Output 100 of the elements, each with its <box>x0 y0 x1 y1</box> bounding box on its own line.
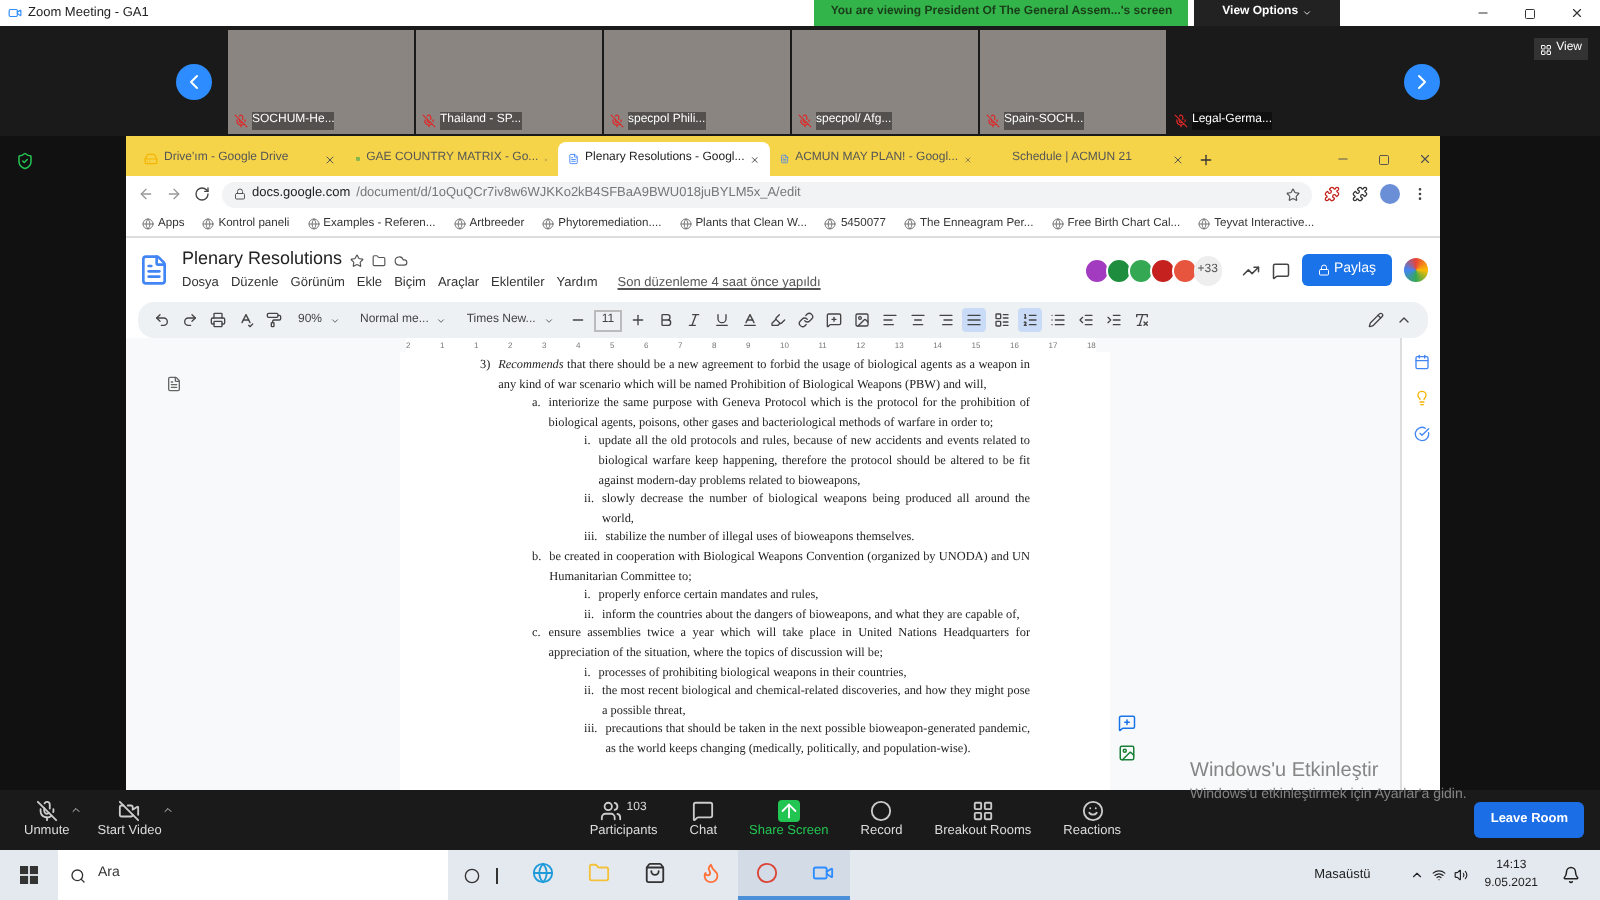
search-icon <box>70 867 86 883</box>
profile-avatar[interactable] <box>1380 184 1400 204</box>
activation-title: Windows'u Etkinleştir <box>1190 757 1381 785</box>
muted-mic-icon <box>35 799 58 822</box>
folder-icon <box>587 862 609 884</box>
align-right-icon <box>938 312 955 328</box>
image-button[interactable] <box>850 308 875 332</box>
share-screen-icon <box>777 799 800 822</box>
numbered-list-button[interactable] <box>1018 308 1043 332</box>
drive-icon <box>144 152 158 166</box>
collaborator-avatar[interactable] <box>1149 257 1176 283</box>
new-tab-icon <box>1198 152 1214 168</box>
previous-page-button[interactable] <box>176 63 212 99</box>
breakout-rooms-icon <box>971 799 994 822</box>
align-left-icon <box>882 312 899 328</box>
caret-icon <box>543 315 554 325</box>
store-icon <box>643 862 665 884</box>
numbered-list-icon <box>1022 312 1039 328</box>
lock-icon <box>1317 264 1330 276</box>
image-icon <box>854 312 871 328</box>
decrease-indent-icon <box>1078 312 1095 328</box>
bookmark-icon <box>1051 218 1064 230</box>
bookmark-icon <box>679 218 692 230</box>
undo-button[interactable] <box>150 308 174 332</box>
star-icon <box>350 253 365 268</box>
reload-icon <box>194 186 210 202</box>
close-tab-icon <box>324 153 336 165</box>
add-comment-icon <box>826 312 843 328</box>
comments-icon <box>1271 261 1290 279</box>
grid-icon <box>1540 43 1553 55</box>
print-icon <box>210 312 226 328</box>
justify-icon <box>966 312 983 328</box>
collaborator-avatar[interactable] <box>1083 257 1110 283</box>
video-off-icon <box>118 799 141 822</box>
redo-button[interactable] <box>178 308 202 332</box>
start-icon[interactable] <box>20 866 38 884</box>
line-spacing-button[interactable] <box>990 308 1015 332</box>
collaborator-avatar[interactable] <box>1171 257 1198 283</box>
bookmark-icon <box>453 218 466 230</box>
collapse-icon <box>1396 312 1412 328</box>
record-icon <box>870 799 893 822</box>
participants-icon <box>600 799 623 822</box>
bookmark-icon <box>1198 218 1211 230</box>
tray-caret-icon <box>1410 868 1425 882</box>
bookmark-icon <box>202 218 215 230</box>
bookmark-icon <box>307 218 320 230</box>
collaborator-avatar[interactable] <box>1105 257 1132 283</box>
volume-icon <box>1454 868 1469 882</box>
link-icon <box>798 312 815 328</box>
document-title[interactable]: Plenary Resolutions <box>182 246 343 274</box>
line-spacing-icon <box>994 312 1011 328</box>
back-icon <box>138 186 154 202</box>
bookmark-icon <box>904 218 917 230</box>
caret-icon <box>330 315 341 325</box>
maximize-icon <box>1378 154 1390 166</box>
muted-mic-icon <box>1174 113 1188 127</box>
close-icon <box>1418 152 1432 166</box>
redo-icon <box>182 312 198 328</box>
caret-icon <box>436 315 447 325</box>
paint-format-button[interactable] <box>262 308 286 332</box>
caret-icon[interactable] <box>69 803 82 816</box>
next-page-button[interactable] <box>1404 63 1440 99</box>
muted-mic-icon <box>234 113 248 127</box>
editing-mode-button[interactable] <box>1364 308 1388 332</box>
link-button[interactable] <box>794 308 819 332</box>
muted-mic-icon <box>798 113 812 127</box>
align-center-icon <box>910 312 927 328</box>
cloud-icon <box>394 253 409 268</box>
bulleted-list-icon <box>1050 312 1067 328</box>
italic-icon <box>686 312 703 328</box>
muted-mic-icon <box>986 113 1000 127</box>
document-icon <box>568 152 580 166</box>
docs-logo-icon <box>138 252 170 288</box>
spellcheck-icon <box>238 312 254 328</box>
text-color-icon <box>742 312 759 328</box>
underline-icon <box>714 312 731 328</box>
collaborator-avatar[interactable] <box>1127 257 1154 283</box>
muted-mic-icon <box>422 113 436 127</box>
star-icon <box>1286 187 1300 201</box>
suggest-edit-icon <box>1118 744 1136 762</box>
forward-icon <box>166 186 182 202</box>
paint-format-icon <box>266 312 282 328</box>
minimize-icon <box>1336 152 1350 166</box>
print-button[interactable] <box>206 308 230 332</box>
bookmark-icon <box>824 218 837 230</box>
tasks-icon <box>1413 426 1429 442</box>
extension-icon <box>1324 186 1340 202</box>
muted-mic-icon <box>610 113 624 127</box>
highlight-button[interactable] <box>766 308 791 332</box>
meet-icon[interactable] <box>1404 258 1428 282</box>
activity-icon <box>1241 261 1260 279</box>
clear-formatting-icon <box>1134 312 1151 328</box>
justify-button[interactable] <box>962 308 987 332</box>
highlight-icon <box>770 312 787 328</box>
security-icon <box>16 152 34 170</box>
caret-icon <box>1302 8 1313 18</box>
calendar-icon <box>1413 354 1429 370</box>
add-comment-button[interactable] <box>822 308 847 332</box>
caret-icon[interactable] <box>161 803 174 816</box>
maximize-icon <box>1524 7 1536 19</box>
